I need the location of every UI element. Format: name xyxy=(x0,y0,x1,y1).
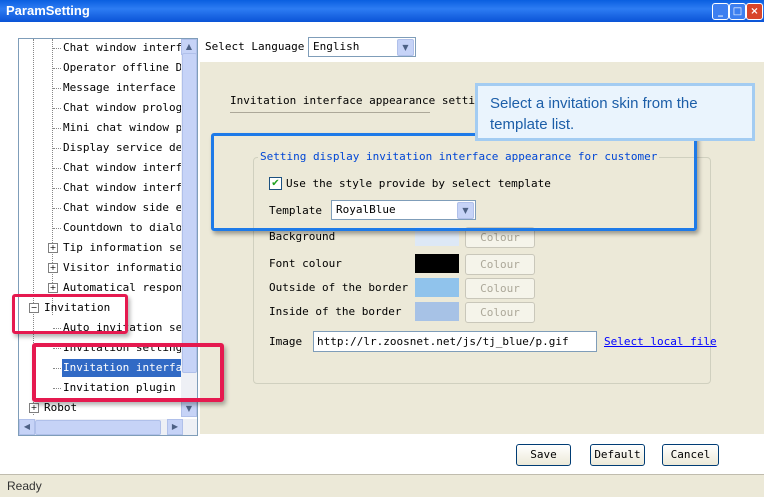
tree-connector xyxy=(53,228,61,229)
tree-connector xyxy=(53,188,61,189)
image-url-input[interactable]: http://lr.zoosnet.net/js/tj_blue/p.gif xyxy=(313,331,597,352)
window-title: ParamSetting xyxy=(6,3,90,18)
tree-item[interactable]: Chat window interface xyxy=(19,39,181,57)
status-bar: Ready xyxy=(0,474,764,497)
tree-connector xyxy=(53,208,61,209)
image-label: Image xyxy=(269,335,303,348)
scroll-right-icon[interactable]: ▶ xyxy=(167,419,183,435)
chevron-down-icon[interactable]: ▼ xyxy=(397,39,414,56)
highlight-box-invitation-interface xyxy=(32,343,224,402)
tree-connector xyxy=(53,68,61,69)
outside-border-swatch xyxy=(415,278,459,297)
expand-icon[interactable]: + xyxy=(48,263,58,273)
minimize-button[interactable]: _ xyxy=(712,3,729,20)
tree-item[interactable]: Chat window side edge xyxy=(19,199,181,217)
tree-item-label: Chat window interface xyxy=(63,161,181,174)
tree-hscroll-thumb[interactable] xyxy=(35,420,161,435)
tree-connector xyxy=(53,88,61,89)
tree-item-label: Visitor information xyxy=(63,261,181,274)
default-button[interactable]: Default xyxy=(590,444,645,466)
select-local-file-link[interactable]: Select local file xyxy=(604,335,717,348)
tree-item-label: Chat window interface xyxy=(63,41,181,54)
expand-icon[interactable]: + xyxy=(48,283,58,293)
tree-item-label: Display service department xyxy=(63,141,181,154)
tree-connector xyxy=(53,148,61,149)
expand-icon[interactable]: + xyxy=(48,243,58,253)
save-button[interactable]: Save xyxy=(516,444,571,466)
tree-connector xyxy=(53,48,61,49)
tree-connector xyxy=(53,168,61,169)
tree-item-label: Operator offline Display xyxy=(63,61,181,74)
cancel-button[interactable]: Cancel xyxy=(662,444,719,466)
tree-item[interactable]: + Tip information setting xyxy=(19,239,181,257)
tree-item[interactable]: Countdown to dialog xyxy=(19,219,181,237)
tree-connector xyxy=(53,128,61,129)
image-url-value: http://lr.zoosnet.net/js/tj_blue/p.gif xyxy=(317,335,569,348)
tree-item-label: Chat window side edge xyxy=(63,201,181,214)
tree-item-label: Message interface setting xyxy=(63,81,181,94)
close-button[interactable]: × xyxy=(746,3,763,20)
tree-item[interactable]: Mini chat window prologue xyxy=(19,119,181,137)
tree-item[interactable]: + Visitor information xyxy=(19,259,181,277)
status-text: Ready xyxy=(7,479,42,493)
background-label: Background xyxy=(269,230,336,243)
outside-border-label: Outside of the border xyxy=(269,281,409,294)
outside-border-colour-button[interactable]: Colour xyxy=(465,278,535,299)
inside-border-colour-button[interactable]: Colour xyxy=(465,302,535,323)
inside-border-swatch xyxy=(415,302,459,321)
title-bar: ParamSetting _ □ × xyxy=(0,0,764,22)
tree-item-label: Chat window prologue xyxy=(63,101,181,114)
scroll-down-icon[interactable]: ▼ xyxy=(181,401,197,417)
inside-border-label: Inside of the border xyxy=(269,305,402,318)
tree-item[interactable]: Display service department xyxy=(19,139,181,157)
expand-icon[interactable]: + xyxy=(29,403,39,413)
tree-item-label: Countdown to dialog xyxy=(63,221,181,234)
maximize-button[interactable]: □ xyxy=(729,3,746,20)
tree-item[interactable]: Chat window interface xyxy=(19,159,181,177)
appearance-heading: Invitation interface appearance setting: xyxy=(230,94,495,107)
tree-item[interactable]: Operator offline Display xyxy=(19,59,181,77)
language-label: Select Language xyxy=(205,40,305,53)
tree-vscroll-thumb[interactable] xyxy=(182,53,197,373)
tree-item[interactable]: Chat window interface xyxy=(19,179,181,197)
tree-connector xyxy=(53,108,61,109)
tip-callout: Select a invitation skin from the templa… xyxy=(475,83,755,141)
language-select[interactable]: English ▼ xyxy=(308,37,416,57)
tree-item[interactable]: Chat window prologue xyxy=(19,99,181,117)
tree-item-label: Mini chat window prologue xyxy=(63,121,181,134)
font-colour-label: Font colour xyxy=(269,257,342,270)
highlight-box-template xyxy=(211,133,697,231)
highlight-box-invitation xyxy=(12,294,128,334)
tree-horizontal-scrollbar[interactable]: ◀ ▶ xyxy=(19,419,197,435)
font-colour-button[interactable]: Colour xyxy=(465,254,535,275)
tree-item-label: Tip information setting xyxy=(63,241,181,254)
language-value: English xyxy=(313,40,360,53)
scroll-left-icon[interactable]: ◀ xyxy=(19,419,35,435)
tree-item[interactable]: Message interface setting xyxy=(19,79,181,97)
font-colour-swatch xyxy=(415,254,459,273)
separator xyxy=(230,112,430,113)
tree-item-label: Chat window interface xyxy=(63,181,181,194)
